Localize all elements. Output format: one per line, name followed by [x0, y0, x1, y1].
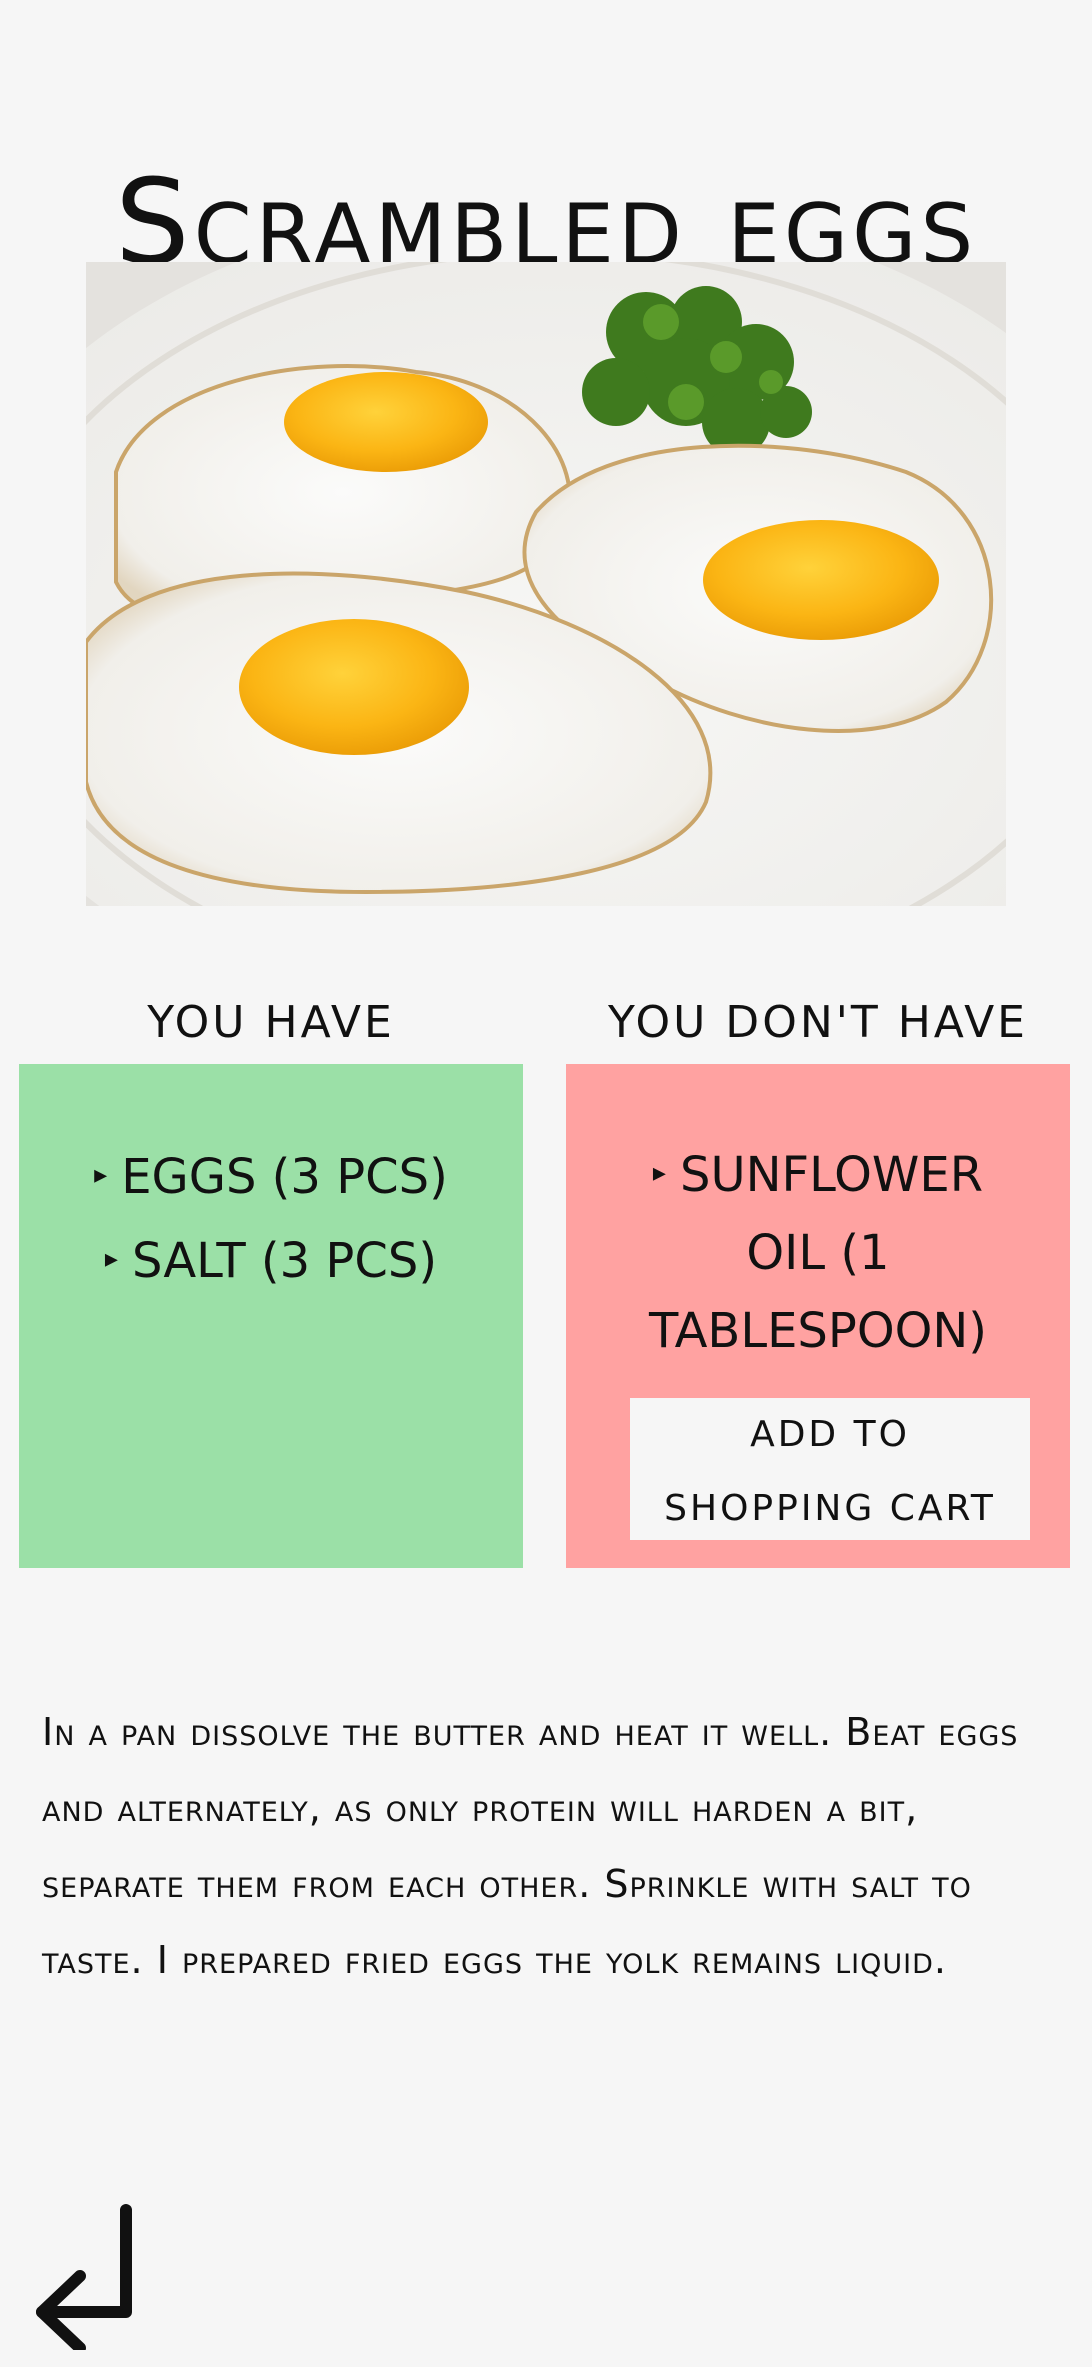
return-arrow-icon	[36, 2204, 132, 2354]
list-item: ▸ Eggs (3 pcs)	[19, 1134, 523, 1218]
missing-ingredients-list: ▸ Sunflower oil (1 tablespoon)	[566, 1134, 1070, 1370]
list-item: ▸ Sunflower oil (1 tablespoon)	[566, 1134, 1070, 1370]
you-have-heading: You have	[147, 997, 395, 1048]
have-ingredients-list: ▸ Eggs (3 pcs) ▸ Salt (3 pcs)	[19, 1134, 523, 1302]
ingredient-label: Sunflower oil (1 tablespoon)	[648, 1147, 988, 1359]
bullet-icon: ▸	[104, 1244, 118, 1274]
recipe-instructions: In a pan dissolve the butter and heat it…	[42, 1710, 1019, 1982]
add-to-shopping-cart-button[interactable]: Add to shopping cart	[630, 1398, 1030, 1540]
ingredient-label: Eggs (3 pcs)	[121, 1149, 448, 1205]
bullet-icon: ▸	[652, 1158, 666, 1188]
you-dont-have-heading: You don't have	[608, 997, 1028, 1048]
ingredient-label: Salt (3 pcs)	[131, 1233, 438, 1289]
have-ingredients-panel: ▸ Eggs (3 pcs) ▸ Salt (3 pcs)	[19, 1064, 523, 1568]
recipe-image	[86, 262, 1006, 906]
back-button[interactable]	[28, 2200, 148, 2354]
list-item: ▸ Salt (3 pcs)	[19, 1218, 523, 1302]
bullet-icon: ▸	[94, 1160, 108, 1190]
